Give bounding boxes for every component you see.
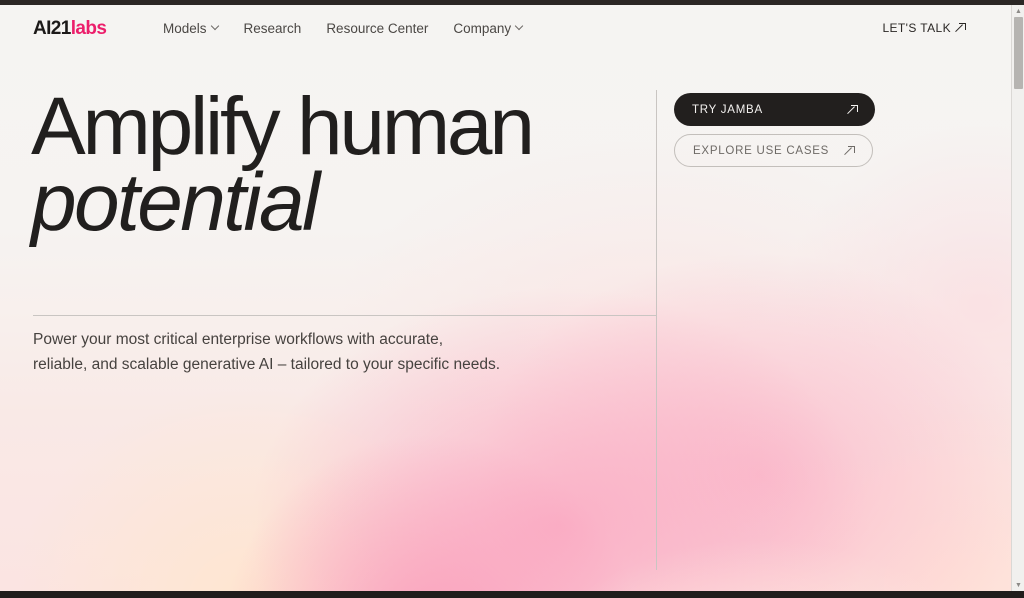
- nav-item-label: Models: [163, 21, 207, 36]
- scroll-up-arrow-icon[interactable]: ▲: [1012, 5, 1024, 17]
- scrollbar-thumb[interactable]: [1014, 17, 1023, 89]
- site-header: AI21 labs Models Research Resource Center…: [0, 5, 1011, 57]
- page-title: Amplify human potential: [31, 86, 651, 249]
- nav-item-label: Company: [453, 21, 512, 36]
- nav-item-models[interactable]: Models: [163, 21, 219, 36]
- explore-use-cases-button[interactable]: EXPLORE USE CASES: [674, 134, 873, 167]
- logo-accent-text: labs: [70, 18, 107, 39]
- vertical-scrollbar[interactable]: ▲ ▼: [1011, 5, 1024, 591]
- browser-bottom-chrome-bar: [0, 591, 1024, 598]
- nav-item-label: Resource Center: [326, 21, 429, 36]
- brand-logo[interactable]: AI21 labs: [33, 18, 107, 39]
- nav-item-label: Research: [243, 21, 302, 36]
- try-jamba-label: TRY JAMBA: [692, 103, 763, 116]
- nav-item-resource-center[interactable]: Resource Center: [326, 21, 428, 36]
- arrow-up-right-icon: [955, 23, 966, 34]
- scroll-down-arrow-icon[interactable]: ▼: [1012, 579, 1024, 591]
- chevron-down-icon: [212, 23, 219, 30]
- page-canvas: AI21 labs Models Research Resource Center…: [0, 5, 1011, 591]
- browser-viewport: AI21 labs Models Research Resource Center…: [0, 0, 1024, 598]
- vertical-divider: [656, 90, 657, 570]
- subhead-line-1: Power your most critical enterprise work…: [33, 331, 444, 348]
- browser-top-chrome-bar: [0, 0, 1024, 5]
- try-jamba-button[interactable]: TRY JAMBA: [674, 93, 875, 126]
- explore-use-cases-label: EXPLORE USE CASES: [693, 144, 830, 157]
- headline-line-2: potential: [31, 157, 320, 249]
- subhead-line-2: reliable, and scalable generative AI – t…: [33, 356, 501, 374]
- nav-item-company[interactable]: Company: [453, 21, 523, 36]
- hero-section: Amplify human potential Power your most …: [0, 5, 1011, 591]
- hero-subheading: Power your most critical enterprise work…: [33, 327, 633, 377]
- logo-primary-text: AI21: [33, 18, 71, 39]
- arrow-up-right-icon: [844, 145, 855, 156]
- horizontal-divider: [33, 315, 657, 316]
- chevron-down-icon: [516, 23, 523, 30]
- nav-item-research[interactable]: Research: [244, 21, 302, 36]
- lets-talk-label: LET'S TALK: [882, 21, 951, 35]
- lets-talk-button[interactable]: LET'S TALK: [882, 21, 966, 35]
- arrow-up-right-icon: [847, 104, 858, 115]
- primary-navigation: Models Research Resource Center Company: [163, 21, 523, 36]
- hero-cta-group: TRY JAMBA EXPLORE USE CASES: [674, 93, 875, 167]
